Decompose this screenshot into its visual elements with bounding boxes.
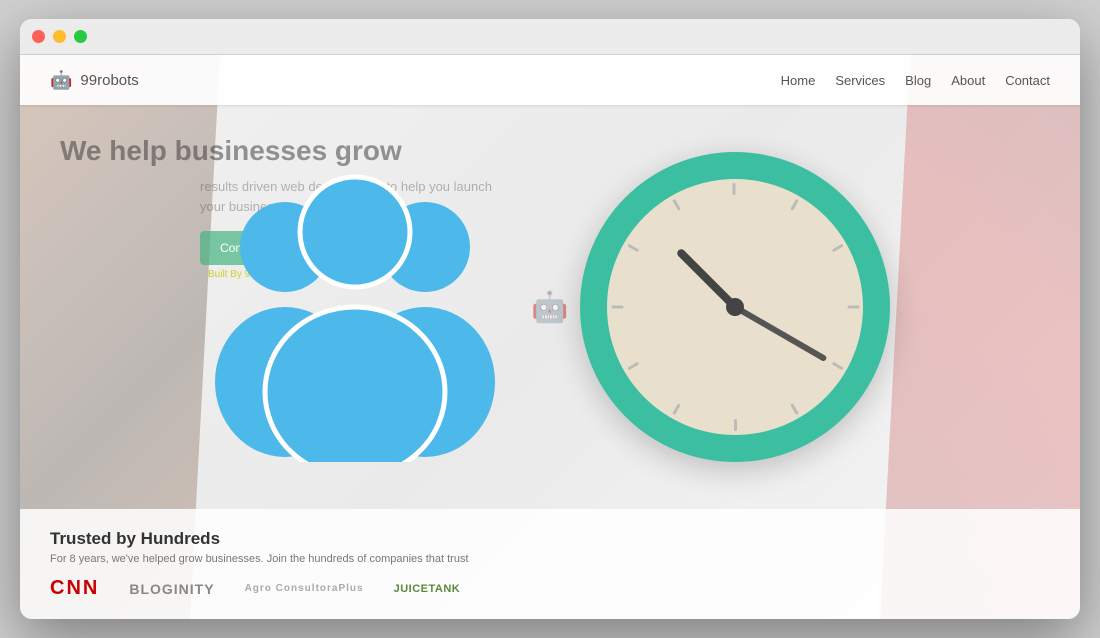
clock-tick-6: [734, 419, 737, 431]
robot-logo-icon: 🤖: [50, 70, 72, 91]
browser-content: 🤖 99robots Home Services Blog About Cont…: [20, 55, 1080, 619]
logo-text: 99robots: [80, 72, 138, 89]
icons-overlay: [20, 95, 1080, 519]
bloginity-logo: BLOGINITY: [129, 581, 214, 597]
nav-contact[interactable]: Contact: [1005, 73, 1050, 88]
clock-tick-1: [790, 199, 799, 211]
nav-about[interactable]: About: [951, 73, 985, 88]
clock-tick-4: [831, 362, 843, 371]
mac-window: 🤖 99robots Home Services Blog About Cont…: [20, 19, 1080, 619]
clock-tick-5: [790, 403, 799, 415]
clock-center-dot: [726, 298, 744, 316]
logo-area: 🤖 99robots: [50, 70, 139, 91]
agro-logo: Agro ConsultoraPlus: [245, 583, 364, 595]
cnn-logo: CNN: [50, 577, 99, 600]
clock-tick-8: [627, 362, 639, 371]
clock-minute-hand: [734, 304, 828, 362]
clock-tick-11: [672, 199, 681, 211]
nav-home[interactable]: Home: [781, 73, 816, 88]
minimize-button[interactable]: [53, 30, 66, 43]
traffic-lights: [32, 30, 87, 43]
clock-tick-3: [847, 306, 859, 309]
clock-tick-12: [732, 183, 735, 195]
group-people-icon: [210, 152, 500, 462]
trusted-section: Trusted by Hundreds For 8 years, we've h…: [20, 509, 1080, 619]
title-bar: [20, 19, 1080, 55]
nav-blog[interactable]: Blog: [905, 73, 931, 88]
clock-icon-container: [580, 152, 890, 462]
group-icon-container: [210, 152, 500, 462]
brand-logos: CNN BLOGINITY Agro ConsultoraPlus JUICET…: [50, 577, 1050, 600]
clock-outer-ring: [580, 152, 890, 462]
trusted-subtext: For 8 years, we've helped grow businesse…: [50, 553, 1050, 565]
nav-services[interactable]: Services: [835, 73, 885, 88]
clock-tick-9: [611, 306, 623, 309]
juicetank-logo: JUICETANK: [394, 583, 461, 595]
clock-tick-10: [627, 244, 639, 253]
clock-tick-2: [831, 244, 843, 253]
trusted-title: Trusted by Hundreds: [50, 529, 1050, 549]
clock-tick-7: [672, 403, 681, 415]
nav-links: Home Services Blog About Contact: [781, 73, 1050, 88]
fullscreen-button[interactable]: [74, 30, 87, 43]
close-button[interactable]: [32, 30, 45, 43]
clock-face: [607, 179, 863, 435]
